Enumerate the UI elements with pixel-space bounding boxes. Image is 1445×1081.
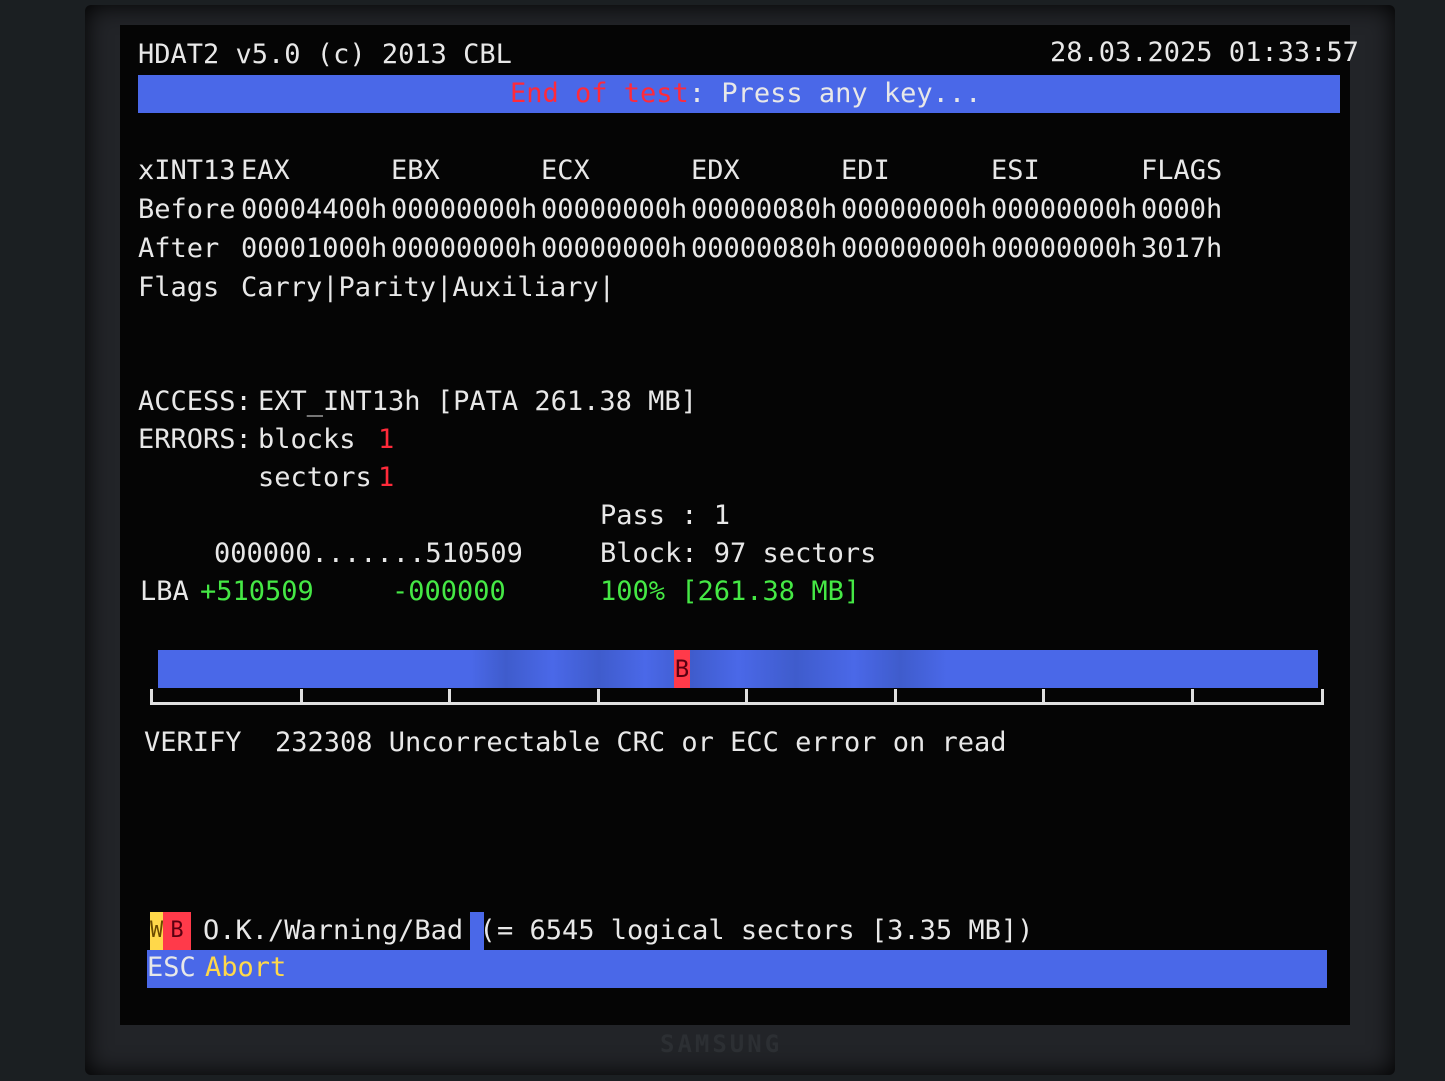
flags-label: Flags [138,272,220,303]
row-label-after: After [138,233,220,264]
register-before-row: Before 00004400h 00000000h 00000000h 000… [138,194,1222,225]
col-xint13: xINT13 [138,155,236,186]
scale-tick [596,689,600,702]
log-message: 232308 Uncorrectable CRC or ECC error on… [275,727,1007,758]
before-edx: 00000080h [691,194,838,225]
scale-tick [299,689,303,702]
register-after-row: After 00001000h 00000000h 00000000h 0000… [138,233,1222,264]
footer-bar [147,950,1327,988]
before-edi: 00000000h [841,194,988,225]
after-ecx: 00000000h [541,233,688,264]
monitor-brand: SAMSUNG [660,1030,783,1058]
scale-tick [745,689,748,702]
after-edx: 00000080h [691,233,838,264]
footer-key-esc[interactable]: ESC [147,953,196,983]
block-size-text: Block: 97 sectors [600,538,877,569]
before-ecx: 00000000h [541,194,688,225]
scale-tick [1190,689,1194,702]
pass-text: Pass : 1 [600,500,731,531]
legend-text-before: O.K./Warning/Bad ( [203,915,496,946]
log-operation: VERIFY [144,727,242,758]
scale-tick [448,689,451,702]
before-flags: 0000h [1141,194,1223,225]
status-message: End of test: Press any key... [510,78,981,109]
flags-value: Carry|Parity|Auxiliary| [241,272,615,303]
col-flags: FLAGS [1141,155,1223,186]
before-eax: 00004400h [241,194,388,225]
datetime: 28.03.2025 01:33:57 [1050,37,1359,68]
footer-abort-action[interactable]: Abort [205,953,286,983]
legend-bad-swatch: B [163,912,191,950]
legend-ok-swatch [470,912,484,950]
col-ebx: EBX [391,155,440,186]
legend-text-after: = 6545 logical sectors [3.35 MB]) [497,915,1034,946]
errors-sectors-label: sectors [258,462,372,493]
scale-tick [893,689,897,702]
col-ecx: ECX [541,155,590,186]
legend-warning-swatch: W [150,912,163,950]
access-label: ACCESS: [138,386,252,417]
lba-range: 000000.......510509 [214,538,523,569]
before-esi: 00000000h [991,194,1138,225]
scale-tick [1042,689,1045,702]
app-title: HDAT2 v5.0 (c) 2013 CBL [138,39,512,70]
lba-label: LBA [140,576,189,607]
register-header-row: xINT13 EAX EBX ECX EDX EDI ESI FLAGS [138,155,1222,186]
flags-row: Flags Carry|Parity|Auxiliary| [138,272,615,303]
lba-plus: +510509 [200,576,314,607]
status-press-key: : Press any key... [688,78,982,109]
after-flags: 3017h [1141,233,1223,264]
after-esi: 00000000h [991,233,1138,264]
after-ebx: 00000000h [391,233,538,264]
progress-bar [158,650,1318,688]
after-eax: 00001000h [241,233,388,264]
percent-text: 100% [261.38 MB] [600,576,861,607]
progress-scale [150,689,1324,705]
errors-blocks-value: 1 [378,424,395,455]
errors-sectors-value: 1 [378,462,395,493]
lba-minus: -000000 [392,576,506,607]
status-end-of-test: End of test [510,78,689,109]
errors-label: ERRORS: [138,424,252,455]
access-value: EXT_INT13h [PATA 261.38 MB] [258,386,697,417]
bad-block-marker: B [674,650,690,688]
col-edi: EDI [841,155,890,186]
errors-blocks-label: blocks [258,424,356,455]
row-label-before: Before [138,194,236,225]
col-esi: ESI [991,155,1040,186]
col-eax: EAX [241,155,290,186]
col-edx: EDX [691,155,740,186]
before-ebx: 00000000h [391,194,538,225]
after-edi: 00000000h [841,233,988,264]
